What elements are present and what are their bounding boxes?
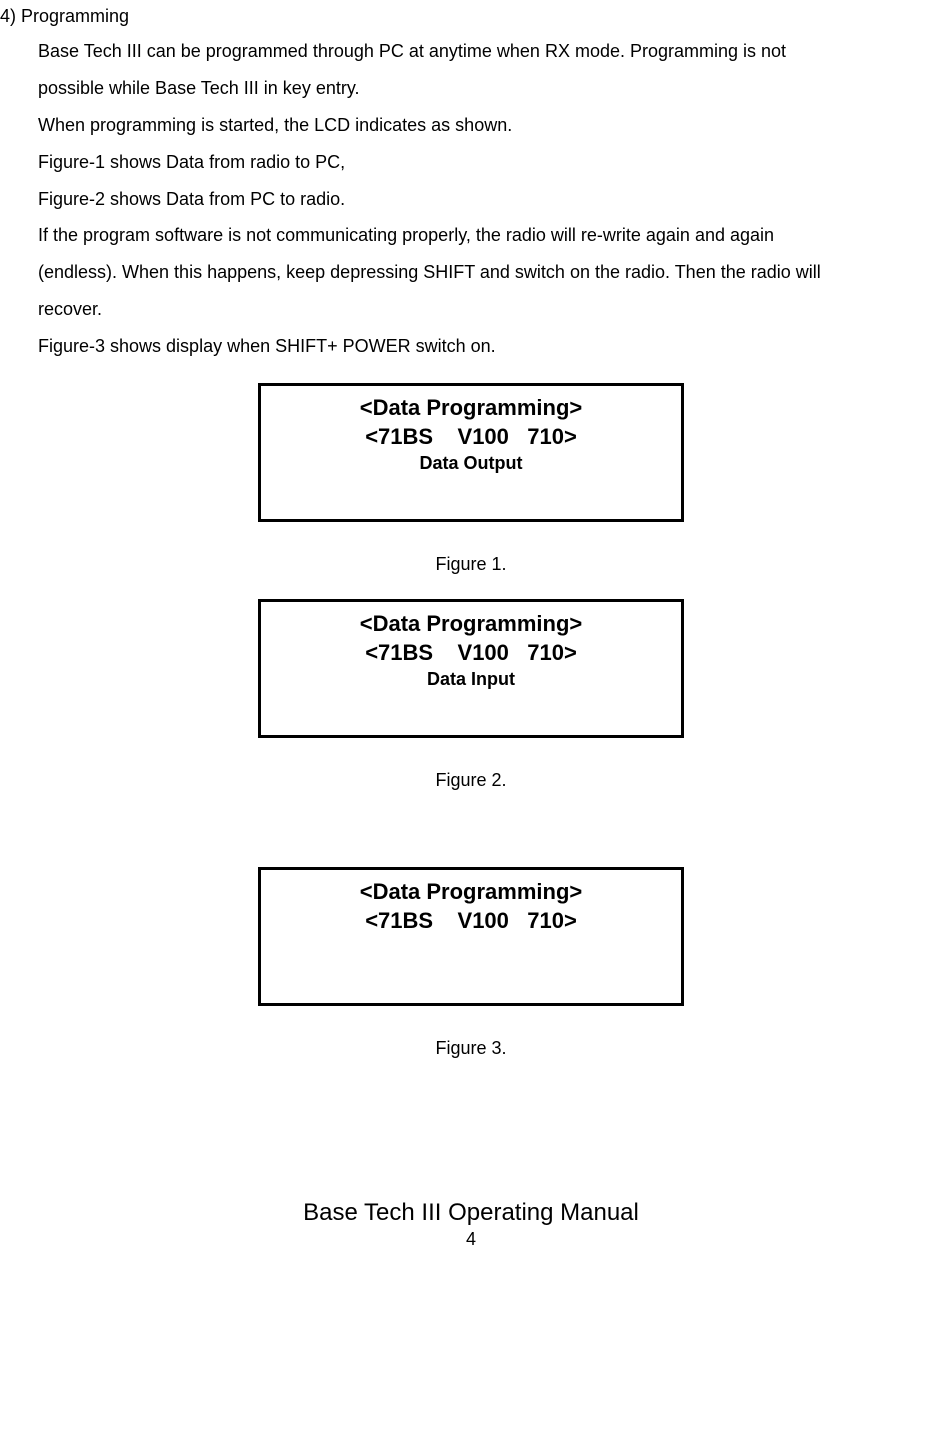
lcd-figure-1: <Data Programming> <71BS V100 710> Data … — [258, 383, 684, 522]
lcd-figure-3: <Data Programming> <71BS V100 710> — [258, 867, 684, 1006]
body-line: When programming is started, the LCD ind… — [38, 107, 942, 144]
figure-caption-3: Figure 3. — [0, 1038, 942, 1059]
section-heading: 4) Programming — [0, 6, 942, 27]
lcd-line: <Data Programming> — [261, 610, 681, 639]
body-line: (endless). When this happens, keep depre… — [38, 254, 942, 291]
spacer — [0, 815, 942, 867]
lcd-figure-2: <Data Programming> <71BS V100 710> Data … — [258, 599, 684, 738]
body-line: recover. — [38, 291, 942, 328]
body-line: Figure-2 shows Data from PC to radio. — [38, 181, 942, 218]
body-line: If the program software is not communica… — [38, 217, 942, 254]
lcd-line: <Data Programming> — [261, 878, 681, 907]
lcd-line: <71BS V100 710> — [261, 423, 681, 452]
body-text-block: Base Tech III can be programmed through … — [38, 33, 942, 365]
body-line: possible while Base Tech III in key entr… — [38, 70, 942, 107]
lcd-line: <71BS V100 710> — [261, 639, 681, 668]
figure-caption-1: Figure 1. — [0, 554, 942, 575]
body-line: Figure-3 shows display when SHIFT+ POWER… — [38, 328, 942, 365]
figures-container: <Data Programming> <71BS V100 710> Data … — [0, 383, 942, 1059]
lcd-line: Data Output — [261, 453, 681, 474]
body-line: Base Tech III can be programmed through … — [38, 33, 942, 70]
lcd-line: <Data Programming> — [261, 394, 681, 423]
footer-title: Base Tech III Operating Manual — [0, 1199, 942, 1227]
body-line: Figure-1 shows Data from radio to PC, — [38, 144, 942, 181]
document-page: 4) Programming Base Tech III can be prog… — [0, 6, 942, 1280]
footer-page-number: 4 — [0, 1229, 942, 1250]
lcd-line: Data Input — [261, 669, 681, 690]
figure-caption-2: Figure 2. — [0, 770, 942, 791]
page-footer: Base Tech III Operating Manual 4 — [0, 1199, 942, 1250]
lcd-line: <71BS V100 710> — [261, 907, 681, 936]
